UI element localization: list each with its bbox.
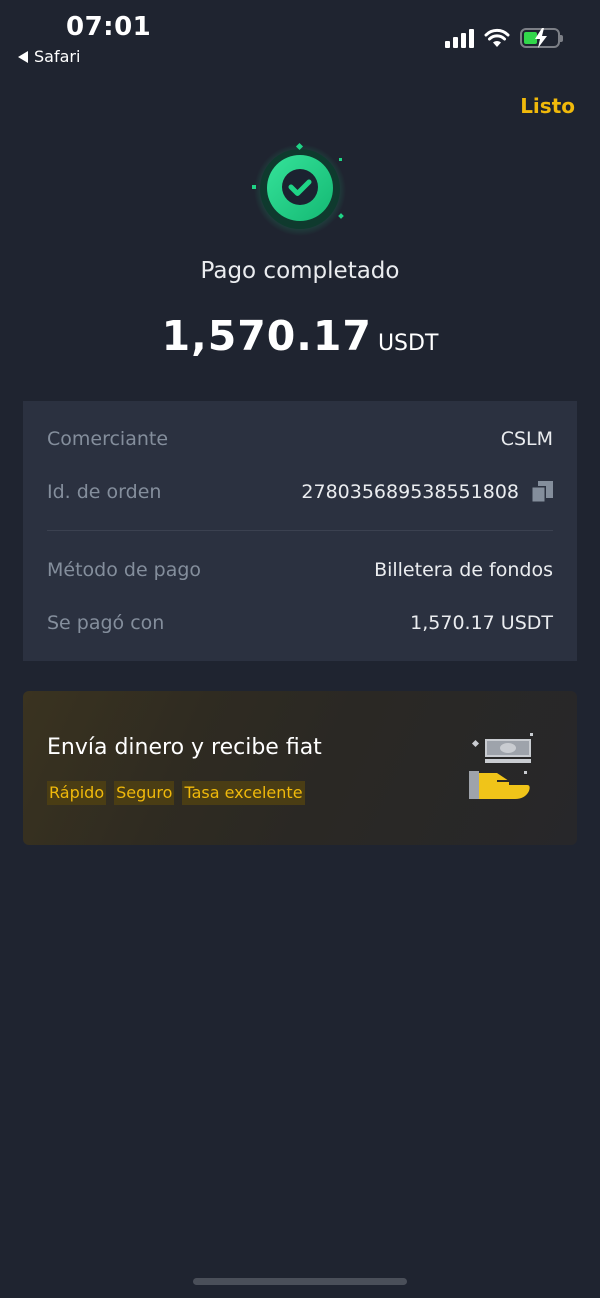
promo-tag: Tasa excelente <box>182 781 305 805</box>
detail-label: Método de pago <box>47 558 202 581</box>
detail-label: Comerciante <box>47 427 169 450</box>
promo-tag: Seguro <box>114 781 175 805</box>
detail-row-order-id: Id. de orden 278035689538551808 <box>47 465 553 518</box>
wifi-icon <box>484 28 510 47</box>
detail-value: Billetera de fondos <box>374 558 553 581</box>
detail-label: Se pagó con <box>47 611 165 634</box>
status-icons <box>445 28 563 48</box>
detail-value: CSLM <box>500 427 553 450</box>
detail-row-merchant: Comerciante CSLM <box>47 412 553 465</box>
send-money-promo-card[interactable]: Envía dinero y recibe fiat Rápido Seguro… <box>23 691 577 845</box>
done-button[interactable]: Listo <box>520 94 575 118</box>
detail-row-paid-with: Se pagó con 1,570.17 USDT <box>47 596 553 649</box>
copy-icon[interactable] <box>531 480 553 503</box>
success-check-icon <box>252 142 346 236</box>
back-to-safari-link[interactable]: Safari <box>18 47 80 66</box>
detail-value-wrap: 278035689538551808 <box>301 480 553 503</box>
battery-charging-icon <box>520 28 563 48</box>
detail-row-payment-method: Método de pago Billetera de fondos <box>47 543 553 596</box>
amount-value: 1,570.17 <box>161 312 372 360</box>
back-label: Safari <box>34 47 81 66</box>
detail-value: 1,570.17 USDT <box>410 611 553 634</box>
promo-tag: Rápido <box>47 781 107 805</box>
status-time: 07:01 <box>66 12 152 42</box>
details-divider <box>47 530 553 531</box>
detail-label: Id. de orden <box>47 480 162 503</box>
payment-amount: 1,570.17 USDT <box>0 312 600 360</box>
payment-details-card: Comerciante CSLM Id. de orden 2780356895… <box>23 401 577 661</box>
amount-currency: USDT <box>377 331 439 356</box>
order-id-value: 278035689538551808 <box>301 480 519 503</box>
signal-icon <box>445 28 474 48</box>
promo-title: Envía dinero y recibe fiat <box>47 735 322 760</box>
payment-status-title: Pago completado <box>200 258 400 284</box>
back-arrow-icon <box>18 50 28 63</box>
home-indicator <box>193 1278 407 1285</box>
cash-hand-icon <box>469 733 533 799</box>
promo-tags: Rápido Seguro Tasa excelente <box>47 781 305 805</box>
